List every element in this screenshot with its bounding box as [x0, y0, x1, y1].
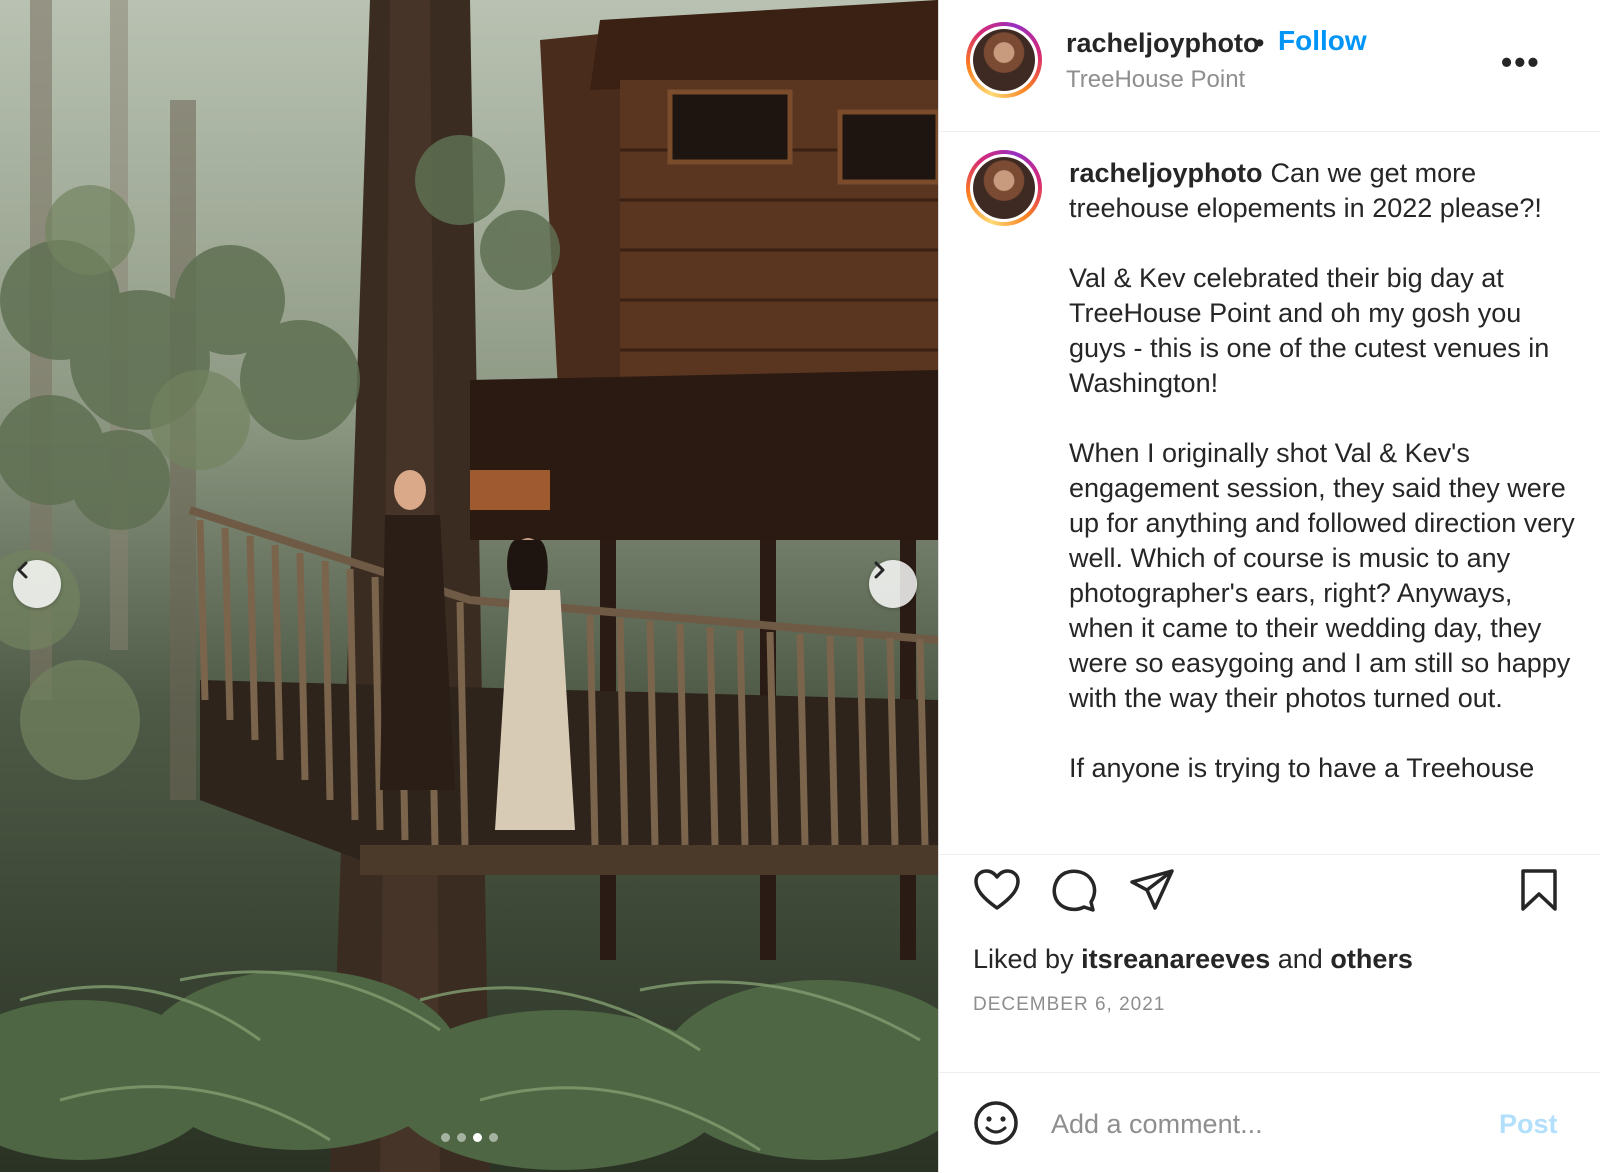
like-button[interactable]: [973, 868, 1021, 917]
avatar-image: [973, 157, 1035, 219]
liked-others-link[interactable]: others: [1330, 944, 1413, 974]
caption-avatar[interactable]: [966, 150, 1042, 226]
caption: racheljoyphoto Can we get more treehouse …: [1069, 156, 1577, 786]
comment-icon: [1052, 869, 1097, 912]
comment-button[interactable]: [1051, 868, 1097, 919]
liked-user-link[interactable]: itsreanareeves: [1081, 944, 1270, 974]
chevron-left-icon: [17, 561, 28, 579]
post-comment-button[interactable]: Post: [1499, 1109, 1558, 1140]
carousel-dots: [0, 1133, 938, 1142]
avatar-image: [973, 29, 1035, 91]
treehouse-scene: [0, 0, 938, 1172]
chevron-right-icon: [874, 561, 885, 579]
heart-icon: [974, 869, 1020, 910]
post-header: racheljoyphoto • Follow TreeHouse Point …: [939, 0, 1600, 132]
caption-text: Can we get more treehouse elopements in …: [1069, 158, 1575, 783]
carousel-dot: [440, 1133, 450, 1142]
follow-button[interactable]: Follow: [1278, 25, 1367, 57]
emoji-button[interactable]: [973, 1100, 1019, 1151]
action-bar: [939, 858, 1600, 922]
save-button[interactable]: [1519, 868, 1559, 917]
post-date[interactable]: DECEMBER 6, 2021: [973, 994, 1165, 1016]
bookmark-icon: [1521, 869, 1557, 911]
header-username[interactable]: racheljoyphoto: [1066, 28, 1260, 59]
liked-and-label: and: [1277, 944, 1323, 974]
paper-plane-icon: [1130, 869, 1174, 910]
comment-input[interactable]: [1049, 1101, 1483, 1147]
liked-by-label: Liked by: [973, 944, 1074, 974]
more-options-button[interactable]: •••: [1501, 44, 1541, 81]
location-link[interactable]: TreeHouse Point: [1066, 66, 1245, 94]
carousel-prev-button[interactable]: [13, 560, 61, 608]
carousel-dot: [456, 1133, 466, 1142]
carousel-dot-active: [472, 1133, 482, 1142]
carousel-next-button[interactable]: [869, 560, 917, 608]
smiley-icon: [974, 1101, 1018, 1145]
carousel-dot: [488, 1133, 498, 1142]
post-photo[interactable]: [0, 0, 938, 1172]
caption-area[interactable]: racheljoyphoto Can we get more treehouse …: [939, 132, 1600, 855]
separator-dot: •: [1255, 28, 1265, 58]
post-side-panel: racheljoyphoto • Follow TreeHouse Point …: [938, 0, 1600, 1172]
share-button[interactable]: [1129, 868, 1175, 917]
likes-line: Liked by itsreanareeves and others: [973, 944, 1413, 975]
avatar[interactable]: [966, 22, 1042, 98]
comment-bar: Post: [939, 1072, 1600, 1173]
caption-username[interactable]: racheljoyphoto: [1069, 158, 1263, 188]
